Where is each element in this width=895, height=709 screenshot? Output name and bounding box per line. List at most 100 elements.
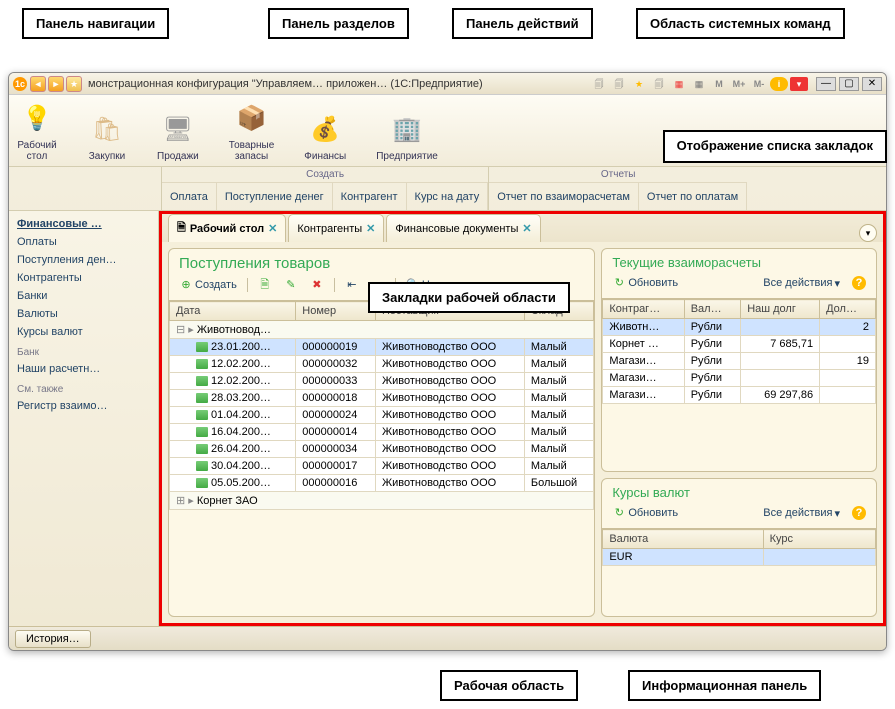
table-row[interactable]: Магази…Рубли69 297,86 bbox=[603, 387, 876, 404]
table-row[interactable]: 23.01.200…000000019Животноводство ОООМал… bbox=[170, 339, 594, 356]
maximize-button[interactable]: ▢ bbox=[839, 77, 859, 91]
section-label: Рабочийстол bbox=[17, 140, 56, 162]
mem-mplus[interactable]: M+ bbox=[730, 77, 748, 91]
action-item[interactable]: Отчет по оплатам bbox=[639, 183, 747, 210]
action-item[interactable]: Контрагент bbox=[333, 183, 407, 210]
callout-sections: Панель разделов bbox=[268, 8, 409, 39]
table-header[interactable]: Вал… bbox=[684, 300, 740, 319]
table-header[interactable]: Дол… bbox=[820, 300, 876, 319]
nav-left-button[interactable]: ⇤ bbox=[341, 276, 363, 294]
info-panel-area: Текущие взаиморасчеты ↻Обновить Все дейс… bbox=[601, 248, 877, 617]
table-group-row[interactable]: ⊞ ▸ Корнет ЗАО bbox=[170, 492, 594, 510]
nav-section-title: Банк bbox=[9, 341, 158, 360]
all-actions-button[interactable]: Все действия ▾ bbox=[759, 505, 844, 522]
nav-item[interactable]: Наши расчетн… bbox=[9, 360, 158, 378]
history-button[interactable]: История… bbox=[15, 630, 91, 648]
table-row[interactable]: 16.04.200…000000014Животноводство ОООМал… bbox=[170, 424, 594, 441]
action-item[interactable]: Курс на дату bbox=[407, 183, 489, 210]
help-button[interactable]: ? bbox=[848, 504, 870, 522]
refresh-button[interactable]: ↻Обновить bbox=[608, 274, 682, 292]
workspace-tab[interactable]: Финансовые документы✕ bbox=[386, 214, 540, 242]
table-row[interactable]: Корнет …Рубли7 685,71 bbox=[603, 336, 876, 353]
callout-tablist: Отображение списка закладок bbox=[663, 130, 887, 163]
table-header[interactable]: Номер bbox=[296, 302, 376, 321]
settlements-table[interactable]: Контраг…Вал…Наш долгДол…Животн…Рубли2Кор… bbox=[602, 299, 876, 404]
create-button[interactable]: ⊕Создать bbox=[175, 276, 241, 294]
table-group-row[interactable]: ⊟ ▸ Животновод… bbox=[170, 321, 594, 339]
section-icon: 🖥 bbox=[158, 109, 198, 149]
section-item[interactable]: 💡Рабочийстол bbox=[17, 99, 57, 162]
window-title: монстрационная конфигурация "Управляем… … bbox=[82, 78, 590, 90]
table-row[interactable]: 26.04.200…000000034Животноводство ОООМал… bbox=[170, 441, 594, 458]
calendar-icon[interactable]: ▦ bbox=[670, 77, 688, 91]
info-icon[interactable]: i bbox=[770, 77, 788, 91]
nav-item[interactable]: Курсы валют bbox=[9, 323, 158, 341]
mem-mminus[interactable]: M- bbox=[750, 77, 768, 91]
minimize-button[interactable]: — bbox=[816, 77, 836, 91]
calculator-icon[interactable]: ▦ bbox=[690, 77, 708, 91]
section-item[interactable]: 💰Финансы bbox=[304, 99, 346, 162]
table-row[interactable]: 05.05.200…000000016Животноводство ОООБол… bbox=[170, 475, 594, 492]
table-header[interactable]: Контраг… bbox=[603, 300, 684, 319]
table-header[interactable]: Курс bbox=[763, 530, 875, 549]
favorite-button[interactable]: ★ bbox=[66, 76, 82, 92]
status-bar: История… bbox=[9, 626, 886, 650]
star-icon[interactable]: ★ bbox=[630, 77, 648, 91]
nav-item[interactable]: Оплаты bbox=[9, 233, 158, 251]
system-command-area: 🗐 🗐 ★ 🗐 ▦ ▦ M M+ M- i ▾ bbox=[590, 77, 808, 91]
section-label: Товарныезапасы bbox=[229, 140, 274, 162]
workspace-tab[interactable]: 🗎Рабочий стол✕ bbox=[168, 214, 286, 242]
nav-item-active[interactable]: Финансовые … bbox=[9, 215, 158, 233]
nav-item[interactable]: Поступления ден… bbox=[9, 251, 158, 269]
section-item[interactable]: 🛍Закупки bbox=[87, 99, 127, 162]
help-button[interactable]: ? bbox=[848, 274, 870, 292]
tab-close-icon[interactable]: ✕ bbox=[522, 222, 531, 235]
rates-table[interactable]: ВалютаКурсEUR bbox=[602, 529, 876, 566]
receipts-table[interactable]: ДатаНомерПоставщикСклад⊟ ▸ Животновод…23… bbox=[169, 301, 594, 510]
section-icon: 💰 bbox=[305, 109, 345, 149]
action-item[interactable]: Поступление денег bbox=[217, 183, 333, 210]
mem-m[interactable]: M bbox=[710, 77, 728, 91]
delete-button[interactable]: ✖ bbox=[306, 276, 328, 294]
nav-item[interactable]: Контрагенты bbox=[9, 269, 158, 287]
copy-button[interactable]: 🗎 bbox=[254, 276, 276, 294]
refresh-button[interactable]: ↻Обновить bbox=[608, 504, 682, 522]
all-actions-button[interactable]: Все действия ▾ bbox=[759, 275, 844, 292]
table-header[interactable]: Наш долг bbox=[741, 300, 820, 319]
forward-button[interactable]: ► bbox=[48, 76, 64, 92]
action-group: ОтчетыОтчет по взаиморасчетамОтчет по оп… bbox=[488, 167, 747, 210]
row-icon bbox=[196, 359, 208, 369]
table-header[interactable]: Валюта bbox=[603, 530, 763, 549]
tool-icon[interactable]: 🗐 bbox=[650, 77, 668, 91]
dropdown-icon[interactable]: ▾ bbox=[790, 77, 808, 91]
edit-button[interactable]: ✎ bbox=[280, 276, 302, 294]
section-item[interactable]: 📦Товарныезапасы bbox=[229, 99, 274, 162]
tab-icon: 🗎 bbox=[177, 219, 186, 238]
tab-close-icon[interactable]: ✕ bbox=[366, 222, 375, 235]
tab-close-icon[interactable]: ✕ bbox=[268, 222, 277, 235]
action-item[interactable]: Отчет по взаиморасчетам bbox=[489, 183, 639, 210]
nav-item[interactable]: Валюты bbox=[9, 305, 158, 323]
table-row[interactable]: 01.04.200…000000024Животноводство ОООМал… bbox=[170, 407, 594, 424]
back-button[interactable]: ◄ bbox=[30, 76, 46, 92]
table-row[interactable]: Животн…Рубли2 bbox=[603, 319, 876, 336]
table-header[interactable]: Дата bbox=[170, 302, 296, 321]
table-row[interactable]: Магази…Рубли19 bbox=[603, 353, 876, 370]
workspace-tab[interactable]: Контрагенты✕ bbox=[288, 214, 384, 242]
table-row[interactable]: EUR bbox=[603, 549, 876, 566]
callout-infopanel: Информационная панель bbox=[628, 670, 821, 701]
nav-item[interactable]: Регистр взаимо… bbox=[9, 397, 158, 415]
nav-item[interactable]: Банки bbox=[9, 287, 158, 305]
table-row[interactable]: 30.04.200…000000017Животноводство ОООМал… bbox=[170, 458, 594, 475]
section-item[interactable]: 🏢Предприятие bbox=[376, 99, 438, 162]
tab-list-button[interactable]: ▾ bbox=[859, 224, 877, 242]
close-button[interactable]: ✕ bbox=[862, 77, 882, 91]
table-row[interactable]: Магази…Рубли bbox=[603, 370, 876, 387]
section-item[interactable]: 🖥Продажи bbox=[157, 99, 199, 162]
action-item[interactable]: Оплата bbox=[162, 183, 217, 210]
tool-icon[interactable]: 🗐 bbox=[610, 77, 628, 91]
table-row[interactable]: 12.02.200…000000032Животноводство ОООМал… bbox=[170, 356, 594, 373]
tool-icon[interactable]: 🗐 bbox=[590, 77, 608, 91]
table-row[interactable]: 28.03.200…000000018Животноводство ОООМал… bbox=[170, 390, 594, 407]
table-row[interactable]: 12.02.200…000000033Животноводство ОООМал… bbox=[170, 373, 594, 390]
